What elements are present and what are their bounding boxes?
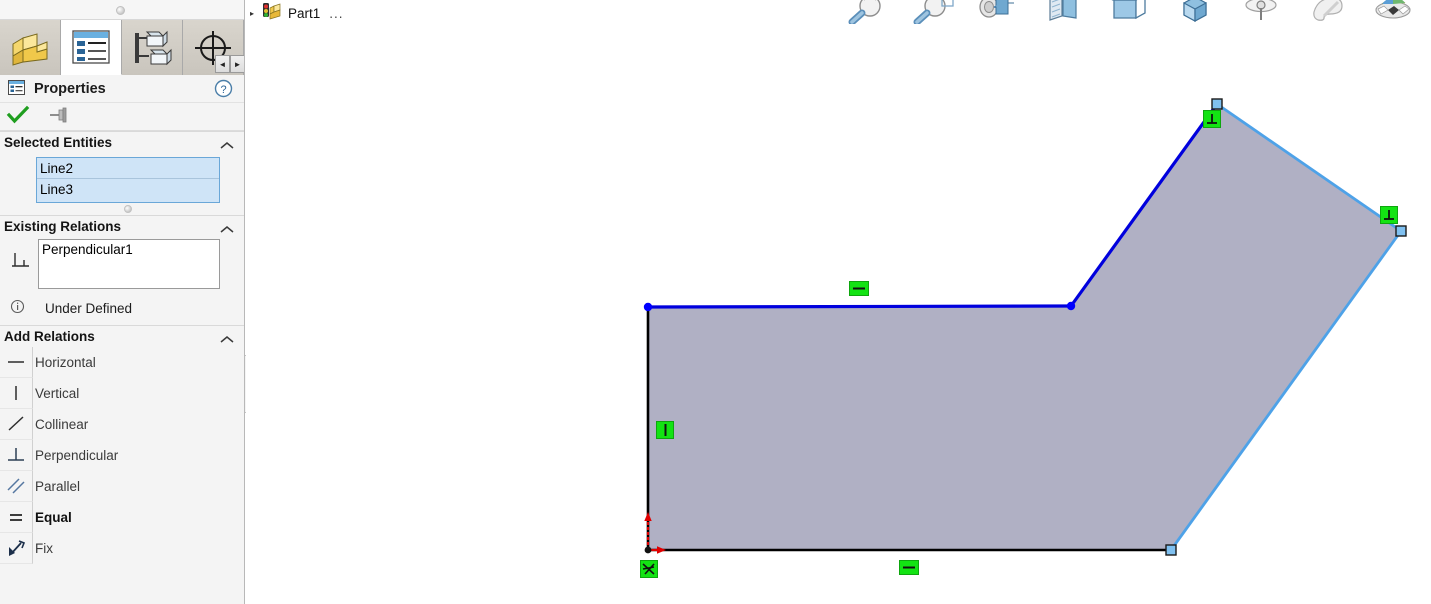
relation-option-parallel[interactable]: Parallel — [0, 471, 244, 502]
section-existing-relations-header[interactable]: Existing Relations — [0, 215, 244, 237]
tab-configuration-manager[interactable] — [122, 20, 183, 75]
endpoint-mid[interactable] — [1066, 301, 1076, 311]
status-badge: Under Defined — [45, 300, 133, 316]
relation-option-perpendicular[interactable]: Perpendicular — [0, 440, 244, 471]
section-add-relations-header[interactable]: Add Relations — [0, 325, 244, 347]
relation-option-label: Vertical — [35, 386, 80, 401]
perpendicular-relation-badge-top[interactable] — [1203, 110, 1221, 128]
existing-relations-container: Perpendicular1 — [0, 237, 244, 291]
panel-grip-dot[interactable] — [116, 6, 125, 15]
ok-checkmark-icon[interactable] — [6, 105, 30, 128]
property-list-icon — [68, 28, 114, 66]
apply-scene-icon[interactable] — [1360, 0, 1426, 24]
horizontal-relation-badge-bottom[interactable] — [899, 560, 919, 575]
chevron-up-icon — [220, 138, 234, 149]
sketch-svg — [643, 98, 1407, 556]
selected-entities-container: Line2 Line3 — [0, 153, 244, 213]
perpendicular-icon — [0, 440, 33, 471]
parallel-icon — [0, 471, 33, 502]
chevron-up-icon — [220, 332, 234, 343]
manager-tab-strip: ◄ ► — [0, 20, 244, 75]
solidworks-window: ◄ ► Properties ? Selected Entities Line2… — [0, 0, 1431, 604]
document-tab-label: Part1 — [288, 5, 321, 21]
chevron-up-icon — [220, 222, 234, 233]
vertical-icon — [0, 378, 33, 409]
previous-view-icon[interactable] — [964, 0, 1030, 24]
relation-option-label: Collinear — [35, 417, 89, 432]
tab-nav-next[interactable]: ► — [230, 55, 244, 73]
section-title: Add Relations — [4, 329, 95, 344]
page-title: Properties — [34, 80, 106, 97]
relation-option-label: Horizontal — [35, 355, 96, 370]
list-item[interactable]: Line3 — [37, 179, 219, 200]
coincident-relation-badge[interactable] — [640, 560, 658, 578]
relation-option-label: Parallel — [35, 479, 81, 494]
document-tab-overflow[interactable]: ... — [329, 6, 343, 21]
property-manager-panel: ◄ ► Properties ? Selected Entities Line2… — [0, 0, 245, 604]
yellow-part-icon — [7, 30, 53, 66]
list-resize-grip[interactable] — [124, 205, 132, 213]
fix-anchor-icon — [0, 533, 33, 564]
display-style-icon[interactable] — [1162, 0, 1228, 24]
view-orientation-icon[interactable] — [1096, 0, 1162, 24]
section-selected-entities-header[interactable]: Selected Entities — [0, 131, 244, 153]
endpoint-top-left[interactable] — [643, 302, 653, 312]
sketch-region-fill — [648, 104, 1401, 550]
tab-feature-manager[interactable] — [0, 20, 61, 75]
chevron-right-icon[interactable]: ▸ — [250, 9, 254, 18]
relation-option-label: Equal — [35, 510, 72, 525]
relation-option-collinear[interactable]: Collinear — [0, 409, 244, 440]
list-item[interactable]: Line2 — [37, 158, 219, 179]
horizontal-relation-badge[interactable] — [849, 281, 869, 296]
panel-grip[interactable] — [0, 0, 244, 20]
relation-item[interactable]: Perpendicular1 — [42, 242, 216, 257]
view-settings-icon[interactable] — [1426, 0, 1431, 24]
tab-property-manager[interactable] — [61, 20, 122, 75]
relation-option-horizontal[interactable]: Horizontal — [0, 347, 244, 378]
vertical-relation-badge[interactable] — [656, 421, 674, 439]
relation-option-label: Perpendicular — [35, 448, 119, 463]
edit-appearance-icon[interactable] — [1294, 0, 1360, 24]
perpendicular-relation-icon — [4, 239, 38, 271]
horizontal-icon — [0, 347, 33, 378]
relation-option-equal[interactable]: Equal — [0, 502, 244, 533]
section-title: Selected Entities — [4, 135, 113, 150]
zoom-to-fit-icon[interactable] — [832, 0, 898, 24]
hide-show-items-icon[interactable] — [1228, 0, 1294, 24]
property-list-icon — [8, 79, 25, 98]
document-tab[interactable]: ▸ Part1 ... — [250, 0, 344, 26]
zoom-to-area-icon[interactable] — [898, 0, 964, 24]
tab-nav-arrows: ◄ ► — [215, 55, 244, 73]
endpoint-top-peak[interactable] — [1211, 98, 1223, 110]
sketch-status-row: Under Defined — [0, 291, 244, 325]
relation-option-label: Fix — [35, 541, 53, 556]
view-toolbar — [832, 0, 1431, 24]
perpendicular-relation-badge-right[interactable] — [1380, 206, 1398, 224]
endpoint-right[interactable] — [1395, 225, 1407, 237]
pin-icon[interactable] — [48, 106, 70, 127]
help-icon[interactable]: ? — [214, 79, 233, 98]
sketch-line-top-horizontal-selected[interactable] — [647, 304, 1072, 309]
endpoint-bottom-right[interactable] — [1165, 544, 1177, 556]
tab-nav-prev[interactable]: ◄ — [215, 55, 230, 73]
equal-icon — [0, 502, 33, 533]
collinear-icon — [0, 409, 33, 440]
add-relations-list: Horizontal Vertical Collinear Perpendicu… — [0, 347, 244, 564]
section-view-icon[interactable] — [1030, 0, 1096, 24]
existing-relations-list[interactable]: Perpendicular1 — [38, 239, 220, 289]
part-document-icon — [261, 1, 283, 26]
section-title: Existing Relations — [4, 219, 122, 234]
property-manager-actions — [0, 103, 244, 131]
property-manager-header: Properties ? — [0, 75, 244, 103]
info-icon — [10, 299, 25, 317]
relation-option-vertical[interactable]: Vertical — [0, 378, 244, 409]
selected-entities-list[interactable]: Line2 Line3 — [36, 157, 220, 203]
relation-option-fix[interactable]: Fix — [0, 533, 244, 564]
configuration-icon — [129, 29, 175, 67]
svg-text:?: ? — [220, 84, 226, 96]
graphics-canvas[interactable] — [246, 26, 1431, 604]
